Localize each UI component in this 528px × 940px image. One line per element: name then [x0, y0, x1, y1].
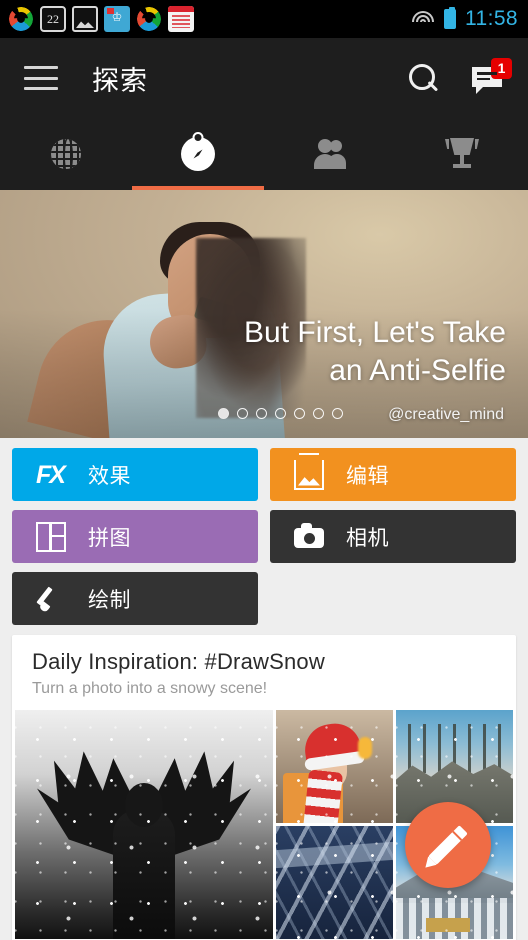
page-title: 探索: [92, 65, 148, 96]
toolbar-actions: 1: [408, 58, 512, 94]
wifi-icon: [411, 10, 435, 28]
people-icon: [313, 139, 347, 169]
carousel-page-dots[interactable]: [218, 408, 343, 419]
app-toolbar: 探索 1: [0, 38, 528, 118]
hero-author: @creative_mind: [388, 406, 504, 423]
tab-contests[interactable]: [396, 118, 528, 190]
tab-world[interactable]: [0, 118, 132, 190]
carousel-dot[interactable]: [275, 408, 286, 419]
trophy-icon: [445, 138, 479, 170]
pencil-icon: [428, 825, 468, 865]
daily-inspiration-card[interactable]: Daily Inspiration: #DrawSnow Turn a phot…: [12, 635, 516, 940]
battery-icon: [444, 7, 456, 29]
hero-title: But First, Let's Take an Anti-Selfie: [244, 316, 506, 387]
status-bar: 22 11:58: [0, 0, 528, 38]
book-app-icon: [104, 6, 130, 32]
status-bar-clock: 11:58: [465, 7, 518, 30]
compass-icon: [181, 137, 215, 171]
hero-carousel[interactable]: But First, Let's Take an Anti-Selfie @cr…: [0, 190, 528, 438]
card-header: Daily Inspiration: #DrawSnow Turn a phot…: [12, 635, 516, 710]
effects-button-label: 效果: [88, 464, 131, 488]
photo-grid-row-top: [276, 710, 513, 823]
hamburger-menu-icon[interactable]: [24, 66, 58, 90]
tab-people[interactable]: [264, 118, 396, 190]
draw-button-label: 绘制: [88, 588, 131, 612]
edit-button[interactable]: 编辑: [270, 448, 516, 501]
brush-icon: [36, 584, 66, 614]
card-subtitle: Turn a photo into a snowy scene!: [32, 680, 268, 697]
camera-button-label: 相机: [346, 526, 389, 550]
calendar-day-label: 22: [47, 12, 59, 26]
draw-button[interactable]: 绘制: [12, 572, 258, 625]
tab-explore[interactable]: [132, 118, 264, 190]
photo-snowy-town-rooftops[interactable]: [276, 826, 393, 939]
photo-santa-hat-crowd[interactable]: [276, 710, 393, 823]
carousel-dot[interactable]: [218, 408, 229, 419]
carousel-dot[interactable]: [313, 408, 324, 419]
compose-fab[interactable]: [405, 802, 491, 888]
camera-icon: [294, 522, 324, 552]
app-root: 22 11:58 探索 1: [0, 0, 528, 940]
card-title: Daily Inspiration: #DrawSnow: [32, 649, 325, 674]
carousel-dot[interactable]: [294, 408, 305, 419]
status-bar-system-icons: 11:58: [411, 7, 518, 31]
photo-angel-in-snow[interactable]: [15, 710, 273, 939]
message-lines-shape: [477, 72, 497, 83]
effects-button[interactable]: FX 效果: [12, 448, 258, 501]
search-icon[interactable]: [408, 63, 438, 93]
collage-button-label: 拼图: [88, 526, 131, 550]
quick-action-grid: FX 效果 编辑 拼图 相机 绘制: [0, 438, 528, 625]
camera-button[interactable]: 相机: [270, 510, 516, 563]
carousel-dot[interactable]: [332, 408, 343, 419]
messages-icon[interactable]: 1: [472, 58, 512, 94]
carousel-dot[interactable]: [237, 408, 248, 419]
fx-icon: FX: [36, 460, 66, 489]
pinwheel-app-icon: [8, 6, 34, 32]
tab-bar: [0, 118, 528, 190]
edit-button-label: 编辑: [346, 464, 389, 488]
calendar-app-icon: 22: [40, 6, 66, 32]
status-bar-notification-icons: 22: [8, 6, 194, 32]
carousel-dot[interactable]: [256, 408, 267, 419]
image-edit-icon: [294, 452, 324, 490]
pinwheel-app-icon-2: [136, 6, 162, 32]
collage-icon: [36, 521, 66, 552]
gallery-app-icon: [72, 6, 98, 32]
globe-icon: [51, 139, 81, 169]
notes-app-icon: [168, 6, 194, 32]
collage-button[interactable]: 拼图: [12, 510, 258, 563]
